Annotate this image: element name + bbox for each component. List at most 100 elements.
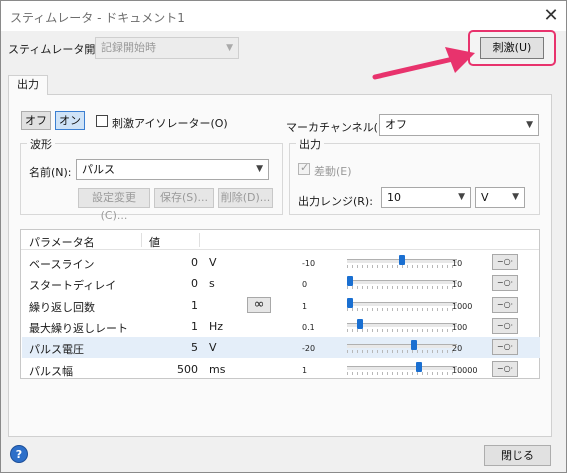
chevron-down-icon: ▼ <box>226 43 233 53</box>
output-group-label: 出力 <box>296 136 324 152</box>
close-button[interactable]: 閉じる <box>484 445 551 466</box>
parameter-name: 最大繰り返しレート <box>29 321 128 335</box>
parameter-name: ベースライン <box>29 258 95 271</box>
waveform-name-select[interactable]: パルス ▼ <box>76 159 269 180</box>
slider-min-label: 1 <box>302 365 308 375</box>
checkmark-icon: ✓ <box>300 161 310 174</box>
stim-period-select[interactable]: 記録開始時 ▼ <box>95 37 239 59</box>
table-header: パラメータ名 値 <box>21 230 539 250</box>
slider-ticks <box>347 307 457 311</box>
slider-thumb[interactable] <box>357 318 364 329</box>
parameter-unit: ms <box>209 362 226 376</box>
waveform-name-label: 名前(N): <box>29 166 72 179</box>
slider-settings-button[interactable]: −○· <box>492 360 518 377</box>
table-row[interactable]: 繰り返し回数 1 ∞ 1 1000 −○· <box>22 295 540 316</box>
table-row[interactable]: パルス幅 500 ms 1 10000 −○· <box>22 359 540 380</box>
close-icon[interactable]: ✕ <box>541 6 561 26</box>
parameter-value[interactable]: 0 <box>150 277 198 290</box>
slider-thumb[interactable] <box>347 297 353 308</box>
parameter-value[interactable]: 500 <box>150 363 198 376</box>
parameter-value[interactable]: 1 <box>150 299 198 312</box>
stim-period-label: スティムレータ開 <box>8 43 96 56</box>
help-icon[interactable]: ? <box>10 445 28 463</box>
parameter-table: パラメータ名 値 ベースライン 0 V -10 10 −○· スタートディレイ 0 s 0 10 −○… <box>20 229 540 379</box>
slider-track[interactable] <box>347 301 457 306</box>
window-title: スティムレータ - ドキュメント1 <box>10 11 185 25</box>
parameter-unit: Hz <box>209 319 224 333</box>
slider-track[interactable] <box>347 365 457 370</box>
output-unit-value: V <box>481 191 489 204</box>
waveform-name-value: パルス <box>82 163 115 176</box>
table-row[interactable]: 最大繰り返しレート 1 Hz 0.1 100 −○· <box>22 316 540 337</box>
chevron-down-icon: ▼ <box>512 192 519 202</box>
differential-checkbox[interactable]: ✓ <box>298 161 310 175</box>
parameter-name: パルス幅 <box>29 364 73 378</box>
output-unit-select[interactable]: V ▼ <box>475 187 525 208</box>
slider-ticks <box>347 371 457 375</box>
slider-ticks <box>347 286 457 290</box>
annotation-arrow <box>372 47 475 80</box>
waveform-group-label: 波形 <box>27 136 55 152</box>
output-range-label: 出力レンジ(R): <box>298 195 373 208</box>
column-header-name: パラメータ名 <box>29 236 95 249</box>
slider-track[interactable] <box>347 280 457 285</box>
slider-min-label: 1 <box>302 301 308 311</box>
delete-button[interactable]: 削除(D)... <box>218 188 273 208</box>
slider-max-label: 20 <box>452 344 463 354</box>
table-row[interactable]: スタートディレイ 0 s 0 10 −○· <box>22 273 540 294</box>
slider-track[interactable] <box>347 322 457 327</box>
slider-settings-button[interactable]: −○· <box>492 296 518 313</box>
differential-label: 差動(E) <box>314 165 352 178</box>
slider-ticks <box>347 350 457 354</box>
tab-output[interactable]: 出力 <box>8 75 48 95</box>
parameter-unit: V <box>209 341 217 355</box>
marker-channel-label: マーカチャンネル(K): <box>286 121 394 134</box>
chevron-down-icon: ▼ <box>256 164 263 174</box>
marker-channel-select[interactable]: オフ ▼ <box>379 114 539 136</box>
output-range-select[interactable]: 10 ▼ <box>381 187 471 208</box>
slider-thumb[interactable] <box>411 340 418 351</box>
slider-ticks <box>347 265 457 268</box>
marker-channel-value: オフ <box>385 118 407 131</box>
parameter-unit: s <box>209 277 215 291</box>
slider-max-label: 10 <box>452 259 463 268</box>
slider-max-label: 10 <box>452 280 463 290</box>
isolator-label: 刺激アイソレーター(O) <box>112 117 228 130</box>
stimulator-dialog: スティムレータ - ドキュメント1 ✕ スティムレータ開 記録開始時 ▼ 刺激(… <box>0 0 567 473</box>
chevron-down-icon: ▼ <box>526 120 533 130</box>
chevron-down-icon: ▼ <box>458 192 465 202</box>
table-row[interactable]: ベースライン 0 V -10 10 −○· <box>22 252 540 273</box>
slider-max-label: 10000 <box>452 365 478 375</box>
slider-min-label: 0 <box>302 280 308 290</box>
on-toggle-button[interactable]: オン <box>55 111 85 130</box>
stimulate-button[interactable]: 刺激(U) <box>480 37 544 59</box>
slider-max-label: 100 <box>452 322 468 332</box>
slider-settings-button[interactable]: −○· <box>492 254 518 270</box>
column-header-value: 値 <box>149 236 160 249</box>
slider-min-label: -20 <box>302 344 316 354</box>
save-button[interactable]: 保存(S)... <box>154 188 214 208</box>
slider-settings-button[interactable]: −○· <box>492 275 518 292</box>
parameter-value[interactable]: 5 <box>150 341 198 354</box>
parameter-unit: V <box>209 256 217 269</box>
isolator-checkbox[interactable] <box>96 115 108 127</box>
slider-settings-button[interactable]: −○· <box>492 317 518 334</box>
parameter-name: 繰り返し回数 <box>29 300 95 314</box>
parameter-name: パルス電圧 <box>29 343 84 357</box>
title-bar: スティムレータ - ドキュメント1 ✕ <box>1 1 566 31</box>
slider-track[interactable] <box>347 344 457 349</box>
change-settings-button[interactable]: 設定変更(C)... <box>78 188 150 222</box>
slider-ticks <box>347 328 457 332</box>
slider-thumb[interactable] <box>399 255 405 265</box>
parameter-value[interactable]: 1 <box>150 320 198 333</box>
off-toggle-button[interactable]: オフ <box>21 111 51 130</box>
infinity-button[interactable]: ∞ <box>247 296 271 313</box>
parameter-value[interactable]: 0 <box>150 256 198 269</box>
table-row[interactable]: パルス電圧 5 V -20 20 −○· <box>22 337 540 359</box>
slider-min-label: 0.1 <box>302 322 315 332</box>
slider-thumb[interactable] <box>347 276 353 287</box>
slider-max-label: 1000 <box>452 301 473 311</box>
slider-min-label: -10 <box>302 259 316 268</box>
slider-settings-button[interactable]: −○· <box>492 339 518 356</box>
slider-thumb[interactable] <box>415 361 422 372</box>
